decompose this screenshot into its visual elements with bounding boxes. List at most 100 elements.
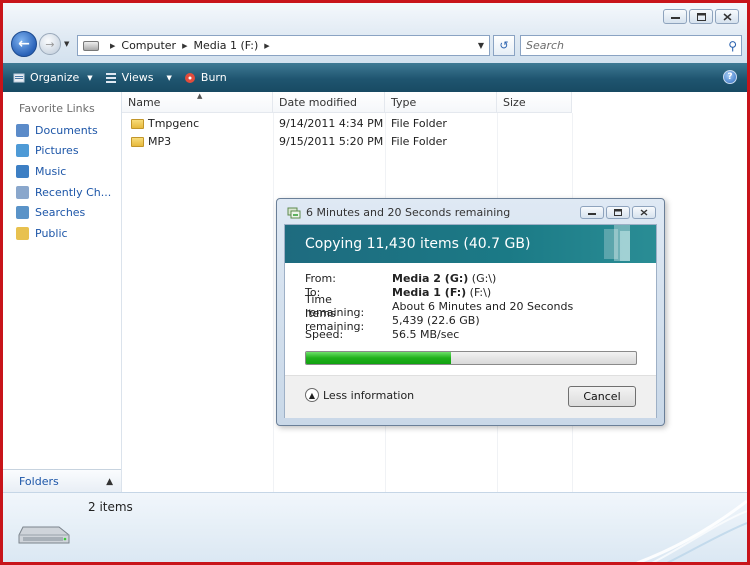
forward-button[interactable]: →	[39, 33, 61, 55]
breadcrumb-computer[interactable]: Computer	[121, 39, 176, 52]
dialog-close-button[interactable]	[632, 206, 656, 219]
dialog-title: 6 Minutes and 20 Seconds remaining	[306, 206, 511, 219]
minimize-icon	[670, 16, 680, 19]
back-button[interactable]: ←	[11, 31, 37, 57]
organize-label: Organize	[30, 71, 80, 84]
hard-drive-icon	[18, 526, 70, 544]
file-type: File Folder	[391, 117, 447, 130]
chevron-down-icon: ▼	[87, 73, 93, 82]
chevron-down-icon: ▼	[166, 73, 172, 82]
organize-button[interactable]: Organize ▼	[13, 71, 93, 84]
info-items-remaining: 5,439 (22.6 GB)	[392, 313, 480, 327]
sort-arrow-icon: ▲	[197, 92, 203, 100]
sidebar-item-label: Pictures	[35, 144, 79, 157]
folder-icon	[131, 136, 144, 147]
refresh-icon: ↺	[499, 39, 509, 52]
less-information-label: Less information	[323, 388, 415, 402]
dialog-footer: ▲ Less information Cancel	[285, 375, 656, 418]
folders-toggle[interactable]: Folders ▲	[3, 469, 121, 493]
sidebar-item-pictures[interactable]: Pictures	[16, 144, 79, 157]
navigation-pane: Favorite Links Documents Pictures Music …	[3, 92, 122, 493]
banner-graphic	[604, 225, 630, 261]
copy-banner: Copying 11,430 items (40.7 GB)	[285, 225, 656, 263]
search-icon[interactable]: ⚲	[728, 39, 737, 53]
sidebar-item-label: Music	[35, 165, 67, 178]
drive-icon	[83, 40, 99, 51]
file-name: MP3	[148, 135, 172, 148]
column-header-label: Size	[503, 95, 526, 109]
views-button[interactable]: Views ▼	[105, 71, 172, 84]
cancel-button[interactable]: Cancel	[568, 386, 636, 407]
window-chrome: ← → ▼ ▶ Computer ▶ Media 1 (F:) ▶ ▼ ↺ Se…	[3, 3, 747, 63]
close-icon	[723, 12, 731, 21]
dialog-title-bar: 6 Minutes and 20 Seconds remaining	[287, 206, 510, 219]
burn-button[interactable]: Burn	[184, 71, 227, 84]
maximize-icon	[614, 209, 622, 216]
progress-fill	[306, 352, 452, 364]
command-bar: Organize ▼ Views ▼ Burn ?	[3, 63, 747, 92]
close-button[interactable]	[715, 9, 739, 24]
column-header-name[interactable]: Name ▲	[122, 92, 273, 113]
column-header-label: Type	[391, 95, 417, 109]
info-key: Speed:	[305, 327, 344, 341]
documents-icon	[16, 124, 29, 137]
minimize-button[interactable]	[663, 9, 687, 24]
info-time-remaining: About 6 Minutes and 20 Seconds	[392, 299, 574, 313]
info-row-speed: Speed: 56.5 MB/sec	[305, 327, 573, 341]
column-header-type[interactable]: Type	[385, 92, 497, 113]
item-count: 2 items	[88, 500, 133, 514]
chevron-right-icon[interactable]: ▶	[182, 42, 187, 50]
file-date: 9/15/2011 5:20 PM	[279, 135, 384, 148]
sidebar-item-searches[interactable]: Searches	[16, 206, 85, 219]
burn-label: Burn	[200, 71, 227, 84]
info-destination: Media 1 (F:)	[392, 285, 467, 299]
search-input[interactable]: Search ⚲	[520, 35, 742, 56]
dialog-minimize-button[interactable]	[580, 206, 604, 219]
pictures-icon	[16, 144, 29, 157]
help-button[interactable]: ?	[723, 70, 737, 84]
column-header-label: Date modified	[279, 95, 357, 109]
back-arrow-icon: ←	[18, 36, 30, 52]
burn-icon	[184, 72, 195, 83]
refresh-button[interactable]: ↺	[493, 35, 515, 56]
sidebar-item-documents[interactable]: Documents	[16, 124, 98, 137]
file-date: 9/14/2011 4:34 PM	[279, 117, 384, 130]
address-dropdown-icon[interactable]: ▼	[478, 41, 484, 50]
info-destination-path: (F:\)	[466, 285, 492, 299]
organize-icon	[13, 73, 25, 82]
searches-icon	[16, 206, 29, 219]
help-icon: ?	[727, 72, 733, 82]
less-information-toggle[interactable]: ▲ Less information	[305, 388, 414, 402]
file-type: File Folder	[391, 135, 447, 148]
decorative-swoosh	[636, 499, 747, 562]
details-pane: 2 items	[3, 492, 747, 562]
chevron-right-icon[interactable]: ▶	[264, 42, 269, 50]
sidebar-item-public[interactable]: Public	[16, 227, 68, 240]
sidebar-item-label: Recently Ch...	[35, 186, 112, 199]
address-bar[interactable]: ▶ Computer ▶ Media 1 (F:) ▶ ▼	[77, 35, 490, 56]
column-divider	[273, 113, 274, 492]
chevron-right-icon[interactable]: ▶	[110, 42, 115, 50]
column-header-size[interactable]: Size	[497, 92, 572, 113]
maximize-button[interactable]	[689, 9, 713, 24]
copy-icon	[287, 207, 301, 218]
column-header-date[interactable]: Date modified	[273, 92, 385, 113]
dialog-body: Copying 11,430 items (40.7 GB) From: Med…	[284, 224, 657, 418]
maximize-icon	[696, 12, 706, 21]
file-name: Tmpgenc	[148, 117, 200, 130]
recent-pages-dropdown[interactable]: ▼	[64, 40, 69, 48]
sidebar-item-recently-changed[interactable]: Recently Ch...	[16, 186, 111, 199]
table-row[interactable]: MP3 9/15/2011 5:20 PM File Folder	[122, 133, 582, 150]
table-row[interactable]: Tmpgenc 9/14/2011 4:34 PM File Folder	[122, 115, 582, 132]
caption-buttons	[663, 9, 739, 24]
dialog-maximize-button[interactable]	[606, 206, 630, 219]
copy-info: From: Media 2 (G:) (G:\) To: Media 1 (F:…	[305, 271, 573, 341]
dialog-caption-buttons	[580, 206, 656, 219]
file-name-cell: MP3	[131, 133, 171, 150]
public-folder-icon	[16, 227, 29, 240]
breadcrumb-media1[interactable]: Media 1 (F:)	[193, 39, 258, 52]
sidebar-item-music[interactable]: Music	[16, 165, 66, 178]
copy-progress-dialog: 6 Minutes and 20 Seconds remaining Copyi…	[276, 198, 665, 426]
chevron-up-icon: ▲	[305, 388, 319, 402]
column-header-label: Name	[128, 95, 161, 109]
